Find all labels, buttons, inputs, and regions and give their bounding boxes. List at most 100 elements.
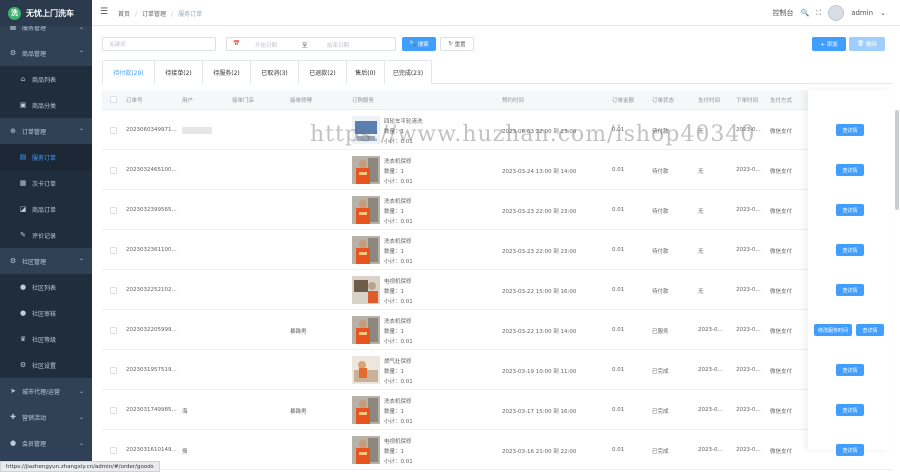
- order-amount: 0.01: [612, 247, 625, 253]
- row-checkbox[interactable]: [110, 167, 117, 174]
- view-detail-button[interactable]: 查详情: [836, 124, 864, 136]
- search-button-label: 搜索: [417, 42, 429, 48]
- service-subtotal: 小计：0.01: [384, 379, 413, 385]
- view-detail-button[interactable]: 查详情: [836, 364, 864, 376]
- avatar[interactable]: [828, 5, 845, 21]
- tab-3[interactable]: 已取消(3): [250, 60, 298, 84]
- scrollbar[interactable]: [895, 110, 899, 210]
- sidebar-item-15[interactable]: ✚ 营销活动 ⌄: [0, 404, 92, 430]
- created-time: 2023-0...: [736, 327, 761, 333]
- sidebar-item-label: 社区列表: [32, 284, 57, 292]
- pay-method: 微信支付: [770, 369, 793, 375]
- sidebar-item-2[interactable]: ⌂ 商品列表: [0, 66, 92, 92]
- pay-method: 微信支付: [770, 329, 793, 335]
- table-row[interactable]: 2023032399565... 洗衣机保修 数量：1 小计：0.01 2023-03-…: [102, 190, 892, 230]
- select-all-checkbox[interactable]: [110, 96, 117, 103]
- gear-icon: ⚙: [9, 49, 17, 57]
- sidebar-item-12[interactable]: ♛ 社区等级: [0, 326, 92, 352]
- app-title: 无忧上门洗车: [26, 8, 74, 18]
- view-detail-button[interactable]: 查详情: [836, 164, 864, 176]
- reset-button[interactable]: ↻ 重置: [440, 37, 474, 51]
- service-name: 洗衣机保修: [384, 239, 412, 245]
- sidebar-item-11[interactable]: ● 社区审核: [0, 300, 92, 326]
- column-header-6: 订单金额: [612, 98, 635, 104]
- cup-icon: ♛: [19, 335, 27, 343]
- table-row[interactable]: 2023032465100... 洗衣机保修 数量：1 小计：0.01 2023-03-…: [102, 150, 892, 190]
- sidebar-item-9[interactable]: ⚙ 社区管理 ⌃: [0, 248, 92, 274]
- table-row[interactable]: 2023031957519... 燃气灶保修 数量：1 小计：0.01 2023-03-…: [102, 350, 892, 390]
- tab-6[interactable]: 已完成(23): [384, 60, 432, 84]
- tab-2[interactable]: 待服务(2): [202, 60, 250, 84]
- table-row[interactable]: 2023032361100... 洗衣机保修 数量：1 小计：0.01 2023-03-…: [102, 230, 892, 270]
- start-date-input[interactable]: 开始日期: [255, 41, 277, 49]
- chevron-down-icon[interactable]: ⌄: [880, 9, 886, 17]
- created-time: 2023-0...: [736, 207, 761, 213]
- view-detail-button[interactable]: 查详情: [836, 244, 864, 256]
- username[interactable]: admin: [851, 9, 873, 17]
- sidebar-item-1[interactable]: ⚙ 商品管理 ⌃: [0, 40, 92, 66]
- user-icon: ●: [19, 283, 27, 291]
- console-link[interactable]: 控制台: [773, 8, 794, 18]
- pay-time: 2023-0...: [698, 447, 723, 453]
- tab-0[interactable]: 待付款(29): [102, 60, 154, 84]
- calendar-icon: 📅: [233, 41, 240, 47]
- order-status: 待付款: [652, 169, 669, 175]
- date-range-picker[interactable]: 📅 开始日期 至 结束日期: [226, 37, 396, 51]
- modify-time-button[interactable]: 修改服务时间: [814, 324, 852, 336]
- sidebar-item-label: 社区等级: [32, 336, 57, 344]
- view-detail-button[interactable]: 查详情: [836, 444, 864, 456]
- table-row[interactable]: 2023031749985... 海 暴躁男 洗衣机保修 数量：1 小计：0.01 2023…: [102, 390, 892, 430]
- sidebar-item-label: 商品列表: [32, 76, 57, 84]
- tab-1[interactable]: 待接单(2): [154, 60, 202, 84]
- table-row[interactable]: 2023032252102... 电视机保修 数量：1 小计：0.01 2023-03-…: [102, 270, 892, 310]
- service-name: 电视机保修: [384, 279, 412, 285]
- sidebar-item-label: 评价记录: [32, 232, 57, 240]
- sidebar-item-10[interactable]: ● 社区列表: [0, 274, 92, 300]
- breadcrumb-orders[interactable]: 订单管理: [142, 11, 166, 18]
- row-checkbox[interactable]: [110, 407, 117, 414]
- breadcrumb-home[interactable]: 首页: [118, 11, 130, 18]
- row-checkbox[interactable]: [110, 287, 117, 294]
- sidebar-item-3[interactable]: ▣ 商品分类: [0, 92, 92, 118]
- sidebar-item-4[interactable]: ⊕ 订单管理 ⌃: [0, 118, 92, 144]
- keyword-input[interactable]: 关键词: [102, 37, 216, 51]
- row-checkbox[interactable]: [110, 207, 117, 214]
- order-status: 待付款: [652, 209, 669, 215]
- hamburger-icon[interactable]: ☰: [100, 7, 108, 17]
- sidebar-item-5[interactable]: ▤ 服务订单: [0, 144, 92, 170]
- fullscreen-icon[interactable]: ⛶: [816, 9, 821, 18]
- search-button[interactable]: 🔍 搜索: [402, 37, 436, 51]
- column-header-8: 支付时间: [698, 98, 721, 104]
- table-row[interactable]: 2023032205999... 暴躁男 洗衣机保修 数量：1 小计：0.01 2023-…: [102, 310, 892, 350]
- row-checkbox[interactable]: [110, 367, 117, 374]
- sidebar-item-6[interactable]: ▦ 次卡订单: [0, 170, 92, 196]
- sidebar-item-7[interactable]: ◪ 商品订单: [0, 196, 92, 222]
- table-row[interactable]: 2023031610149... 振 电视机保修 数量：1 小计：0.01 2023-03…: [102, 430, 892, 470]
- chevron-icon: ⌃: [78, 49, 84, 57]
- view-detail-button[interactable]: 查详情: [836, 284, 864, 296]
- appointment-time: 2023-03-17 15:00 到 16:00: [502, 409, 577, 415]
- end-date-input[interactable]: 结束日期: [327, 41, 349, 49]
- created-time: 2023-0...: [736, 367, 761, 373]
- view-detail-button[interactable]: 查详情: [836, 404, 864, 416]
- tab-4[interactable]: 已退款(2): [298, 60, 346, 84]
- sidebar-item-13[interactable]: ⚙ 社区设置: [0, 352, 92, 378]
- tab-5[interactable]: 售后(0): [346, 60, 384, 84]
- sidebar-item-16[interactable]: ● 会员管理 ⌄: [0, 430, 92, 456]
- add-button[interactable]: + 添加: [812, 37, 846, 51]
- status-tabs: 待付款(29) 待接单(2) 待服务(2) 已取消(3) 已退款(2) 售后(0) 已完成(…: [102, 60, 892, 84]
- app-logo[interactable]: 洗 无忧上门洗车: [0, 0, 92, 26]
- pay-method: 微信支付: [770, 129, 793, 135]
- row-checkbox[interactable]: [110, 127, 117, 134]
- view-detail-button[interactable]: 查详情: [836, 204, 864, 216]
- status-bar-url: https://jiazhengyun.zhangxiy.cn/admin/#/…: [0, 461, 160, 472]
- sidebar-item-8[interactable]: ✎ 评价记录: [0, 222, 92, 248]
- row-checkbox[interactable]: [110, 247, 117, 254]
- service-qty: 数量：1: [384, 209, 405, 215]
- search-icon[interactable]: 🔍: [801, 9, 810, 17]
- view-detail-button[interactable]: 查详情: [856, 324, 884, 336]
- row-checkbox[interactable]: [110, 327, 117, 334]
- service-name: 洗衣机保修: [384, 159, 412, 165]
- sidebar-item-14[interactable]: ➤ 城市代理/运营 ⌄: [0, 378, 92, 404]
- row-checkbox[interactable]: [110, 447, 117, 454]
